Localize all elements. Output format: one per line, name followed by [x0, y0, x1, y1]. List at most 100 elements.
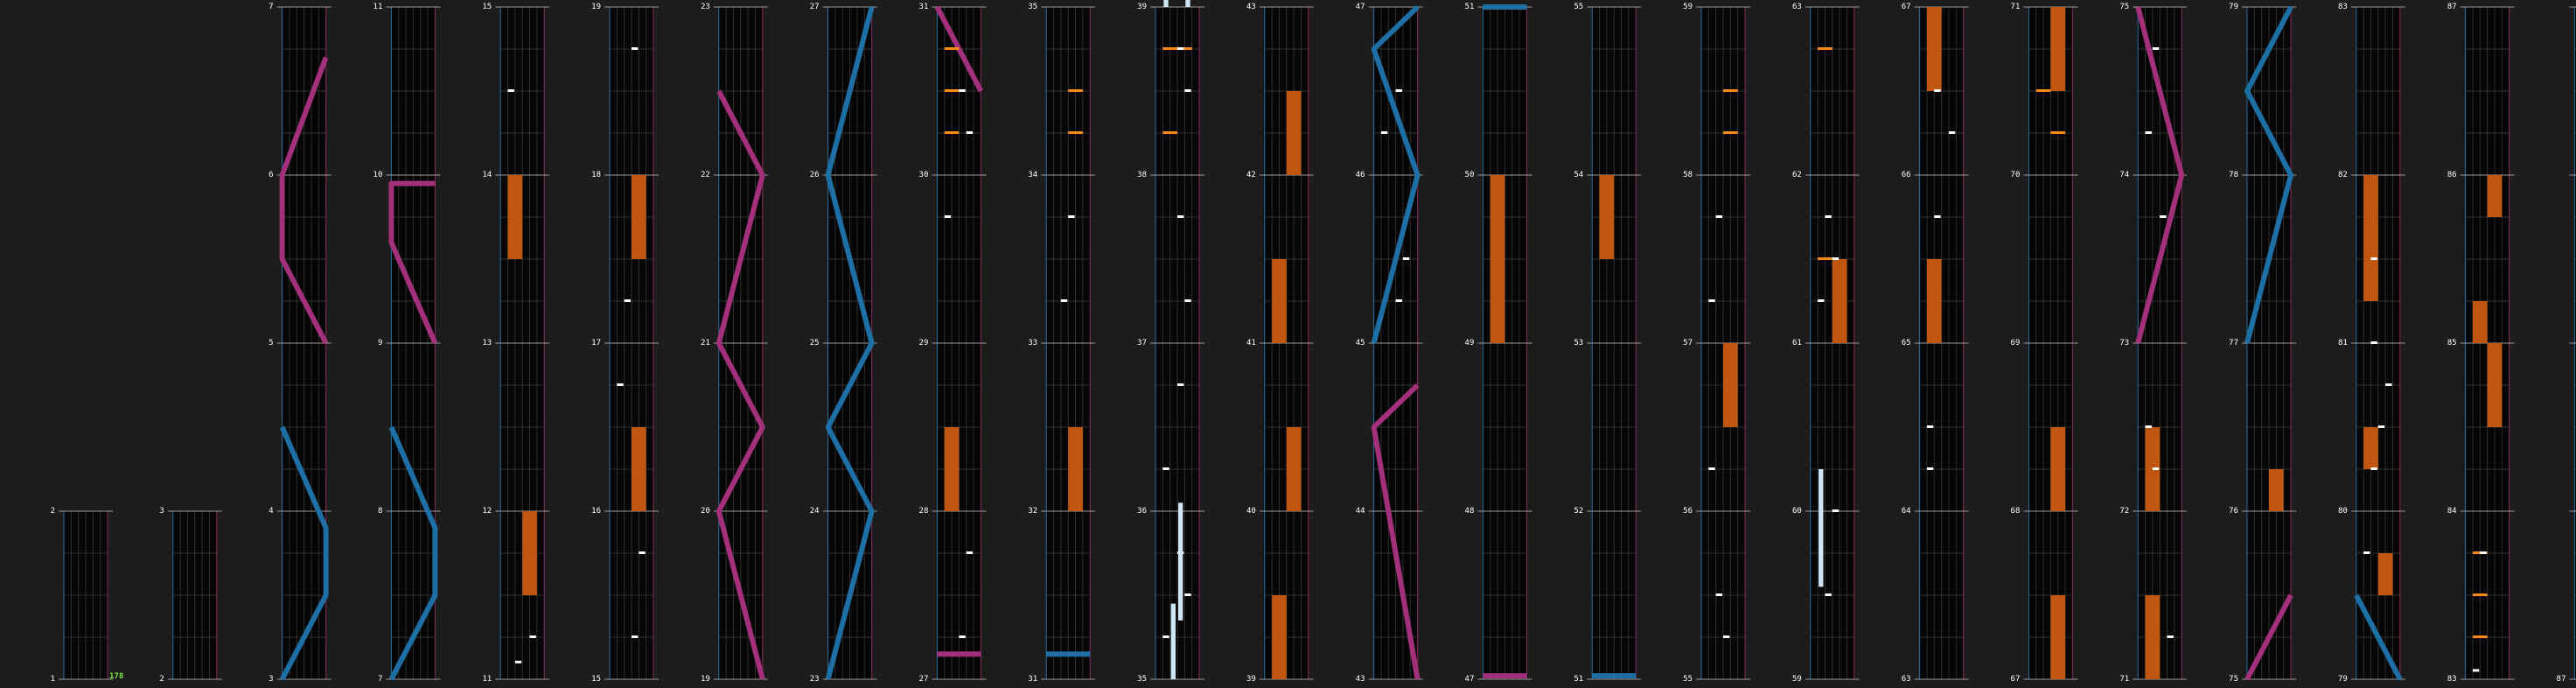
- fx-hold-note: [1286, 91, 1302, 175]
- fx-hold-note: [1272, 259, 1287, 343]
- measure-number: 8: [378, 507, 382, 516]
- fx-hold-note: [2050, 595, 2066, 679]
- measure-number: 71: [2011, 3, 2021, 11]
- bt-chip-note: [2377, 425, 2385, 428]
- measure-number: 55: [1574, 3, 1583, 11]
- measure-number: 67: [1902, 3, 1911, 11]
- measure-number: 87: [2447, 3, 2457, 11]
- chart-canvas: 1223345677891011111213141515161718191920…: [51, 0, 2576, 684]
- measure-number: 83: [2338, 3, 2348, 11]
- measure-number: 67: [2011, 675, 2021, 684]
- bt-chip-note: [639, 551, 646, 554]
- measure-number: 22: [701, 171, 710, 179]
- bt-chip-note: [1832, 509, 1840, 512]
- fx-hold-note: [1272, 595, 1287, 679]
- fx-hold-note: [1723, 343, 1738, 427]
- measure-number: 55: [1683, 675, 1693, 684]
- measure-number: 2: [51, 507, 55, 516]
- measure-number: 47: [1465, 675, 1475, 684]
- bt-chip-note: [2480, 551, 2487, 554]
- measure-number: 52: [1574, 507, 1583, 516]
- fx-chip-note: [944, 89, 960, 92]
- measure-number: 43: [1356, 675, 1365, 684]
- bt-chip-note: [507, 89, 514, 92]
- measure-number: 80: [2338, 507, 2348, 516]
- fx-hold-note: [944, 427, 960, 511]
- measure-number: 28: [919, 507, 929, 516]
- bt-chip-note: [1715, 593, 1722, 596]
- bt-chip-note: [529, 635, 536, 638]
- measure-number: 82: [2338, 171, 2348, 179]
- bt-chip-note: [1926, 467, 1934, 470]
- bt-chip-note: [1380, 131, 1388, 134]
- bt-chip-note: [1832, 257, 1840, 260]
- bt-chip-note: [1060, 299, 1068, 302]
- chart-viewer: 1 2 2 3 3 4 5 6 7 7 8 9 10 11 11 12 13 14 15 15 16 17 18 19 19 20…: [0, 0, 2576, 688]
- measure-number: 7: [269, 3, 273, 11]
- bt-chip-note: [2167, 635, 2174, 638]
- measure-number: 32: [1028, 507, 1037, 516]
- measure-number: 69: [2011, 339, 2021, 348]
- measure-number: 48: [1465, 507, 1475, 516]
- fx-hold-note: [632, 175, 646, 259]
- fx-chip-note: [1723, 89, 1738, 92]
- bt-hold-note: [1819, 469, 1824, 587]
- bt-chip-note: [1177, 215, 1184, 218]
- measure-number: 31: [1028, 675, 1037, 684]
- bt-chip-note: [2370, 257, 2377, 260]
- measure-number: 14: [482, 171, 492, 179]
- measure-number: 6: [269, 171, 273, 179]
- fx-hold-note: [2363, 175, 2378, 301]
- fx-chip-note: [1068, 89, 1083, 92]
- bt-hold-note: [1178, 502, 1183, 621]
- bt-chip-note: [2145, 425, 2152, 428]
- bt-chip-note: [1948, 131, 1956, 134]
- fx-hold-note: [2050, 7, 2066, 91]
- measure-number: 26: [810, 171, 820, 179]
- measure-number: 53: [1574, 339, 1583, 348]
- measure-number: 9: [378, 339, 382, 348]
- measure-number: 87: [2557, 675, 2566, 684]
- measure-number: 43: [1246, 3, 1256, 11]
- measure-number: 62: [1792, 171, 1802, 179]
- measure-number: 27: [919, 675, 929, 684]
- measure-number: 47: [1356, 3, 1365, 11]
- fx-hold-note: [2050, 427, 2066, 511]
- bt-hold-note: [1170, 603, 1176, 679]
- bt-chip-note: [2160, 215, 2167, 218]
- bt-chip-note: [1723, 635, 1730, 638]
- bt-chip-note: [1825, 593, 1832, 596]
- measure-number: 10: [373, 171, 383, 179]
- measure-number: 15: [482, 3, 492, 11]
- fx-hold-note: [1599, 175, 1615, 259]
- measure-number: 57: [1683, 339, 1693, 348]
- measure-number: 30: [919, 171, 929, 179]
- measure-number: 84: [2447, 507, 2457, 516]
- measure-number: 19: [701, 675, 710, 684]
- measure-number: 44: [1356, 507, 1365, 516]
- measure-number: 73: [2119, 339, 2129, 348]
- measure-number: 63: [1792, 3, 1802, 11]
- fx-hold-note: [632, 427, 646, 511]
- measure-number: 45: [1356, 339, 1365, 348]
- fx-hold-note: [522, 511, 537, 595]
- fx-chip-note: [2472, 593, 2488, 596]
- measure-number: 3: [159, 507, 164, 516]
- measure-number: 39: [1246, 675, 1256, 684]
- fx-hold-note: [1926, 259, 1942, 343]
- measure-number: 51: [1574, 675, 1583, 684]
- fx-hold-note: [1832, 259, 1847, 343]
- measure-number: 20: [701, 507, 710, 516]
- measure-number: 72: [2119, 507, 2129, 516]
- measure-number: 81: [2338, 339, 2348, 348]
- bt-chip-note: [632, 47, 639, 50]
- bt-chip-note: [2363, 551, 2370, 554]
- measure-number: 33: [1028, 339, 1037, 348]
- measure-number: 86: [2447, 171, 2457, 179]
- measure-number: 13: [482, 339, 492, 348]
- measure-number: 5: [269, 339, 273, 348]
- measure-number: 23: [810, 675, 820, 684]
- bt-chip-note: [959, 89, 966, 92]
- bt-chip-note: [514, 660, 522, 663]
- fx-hold-note: [2145, 595, 2161, 679]
